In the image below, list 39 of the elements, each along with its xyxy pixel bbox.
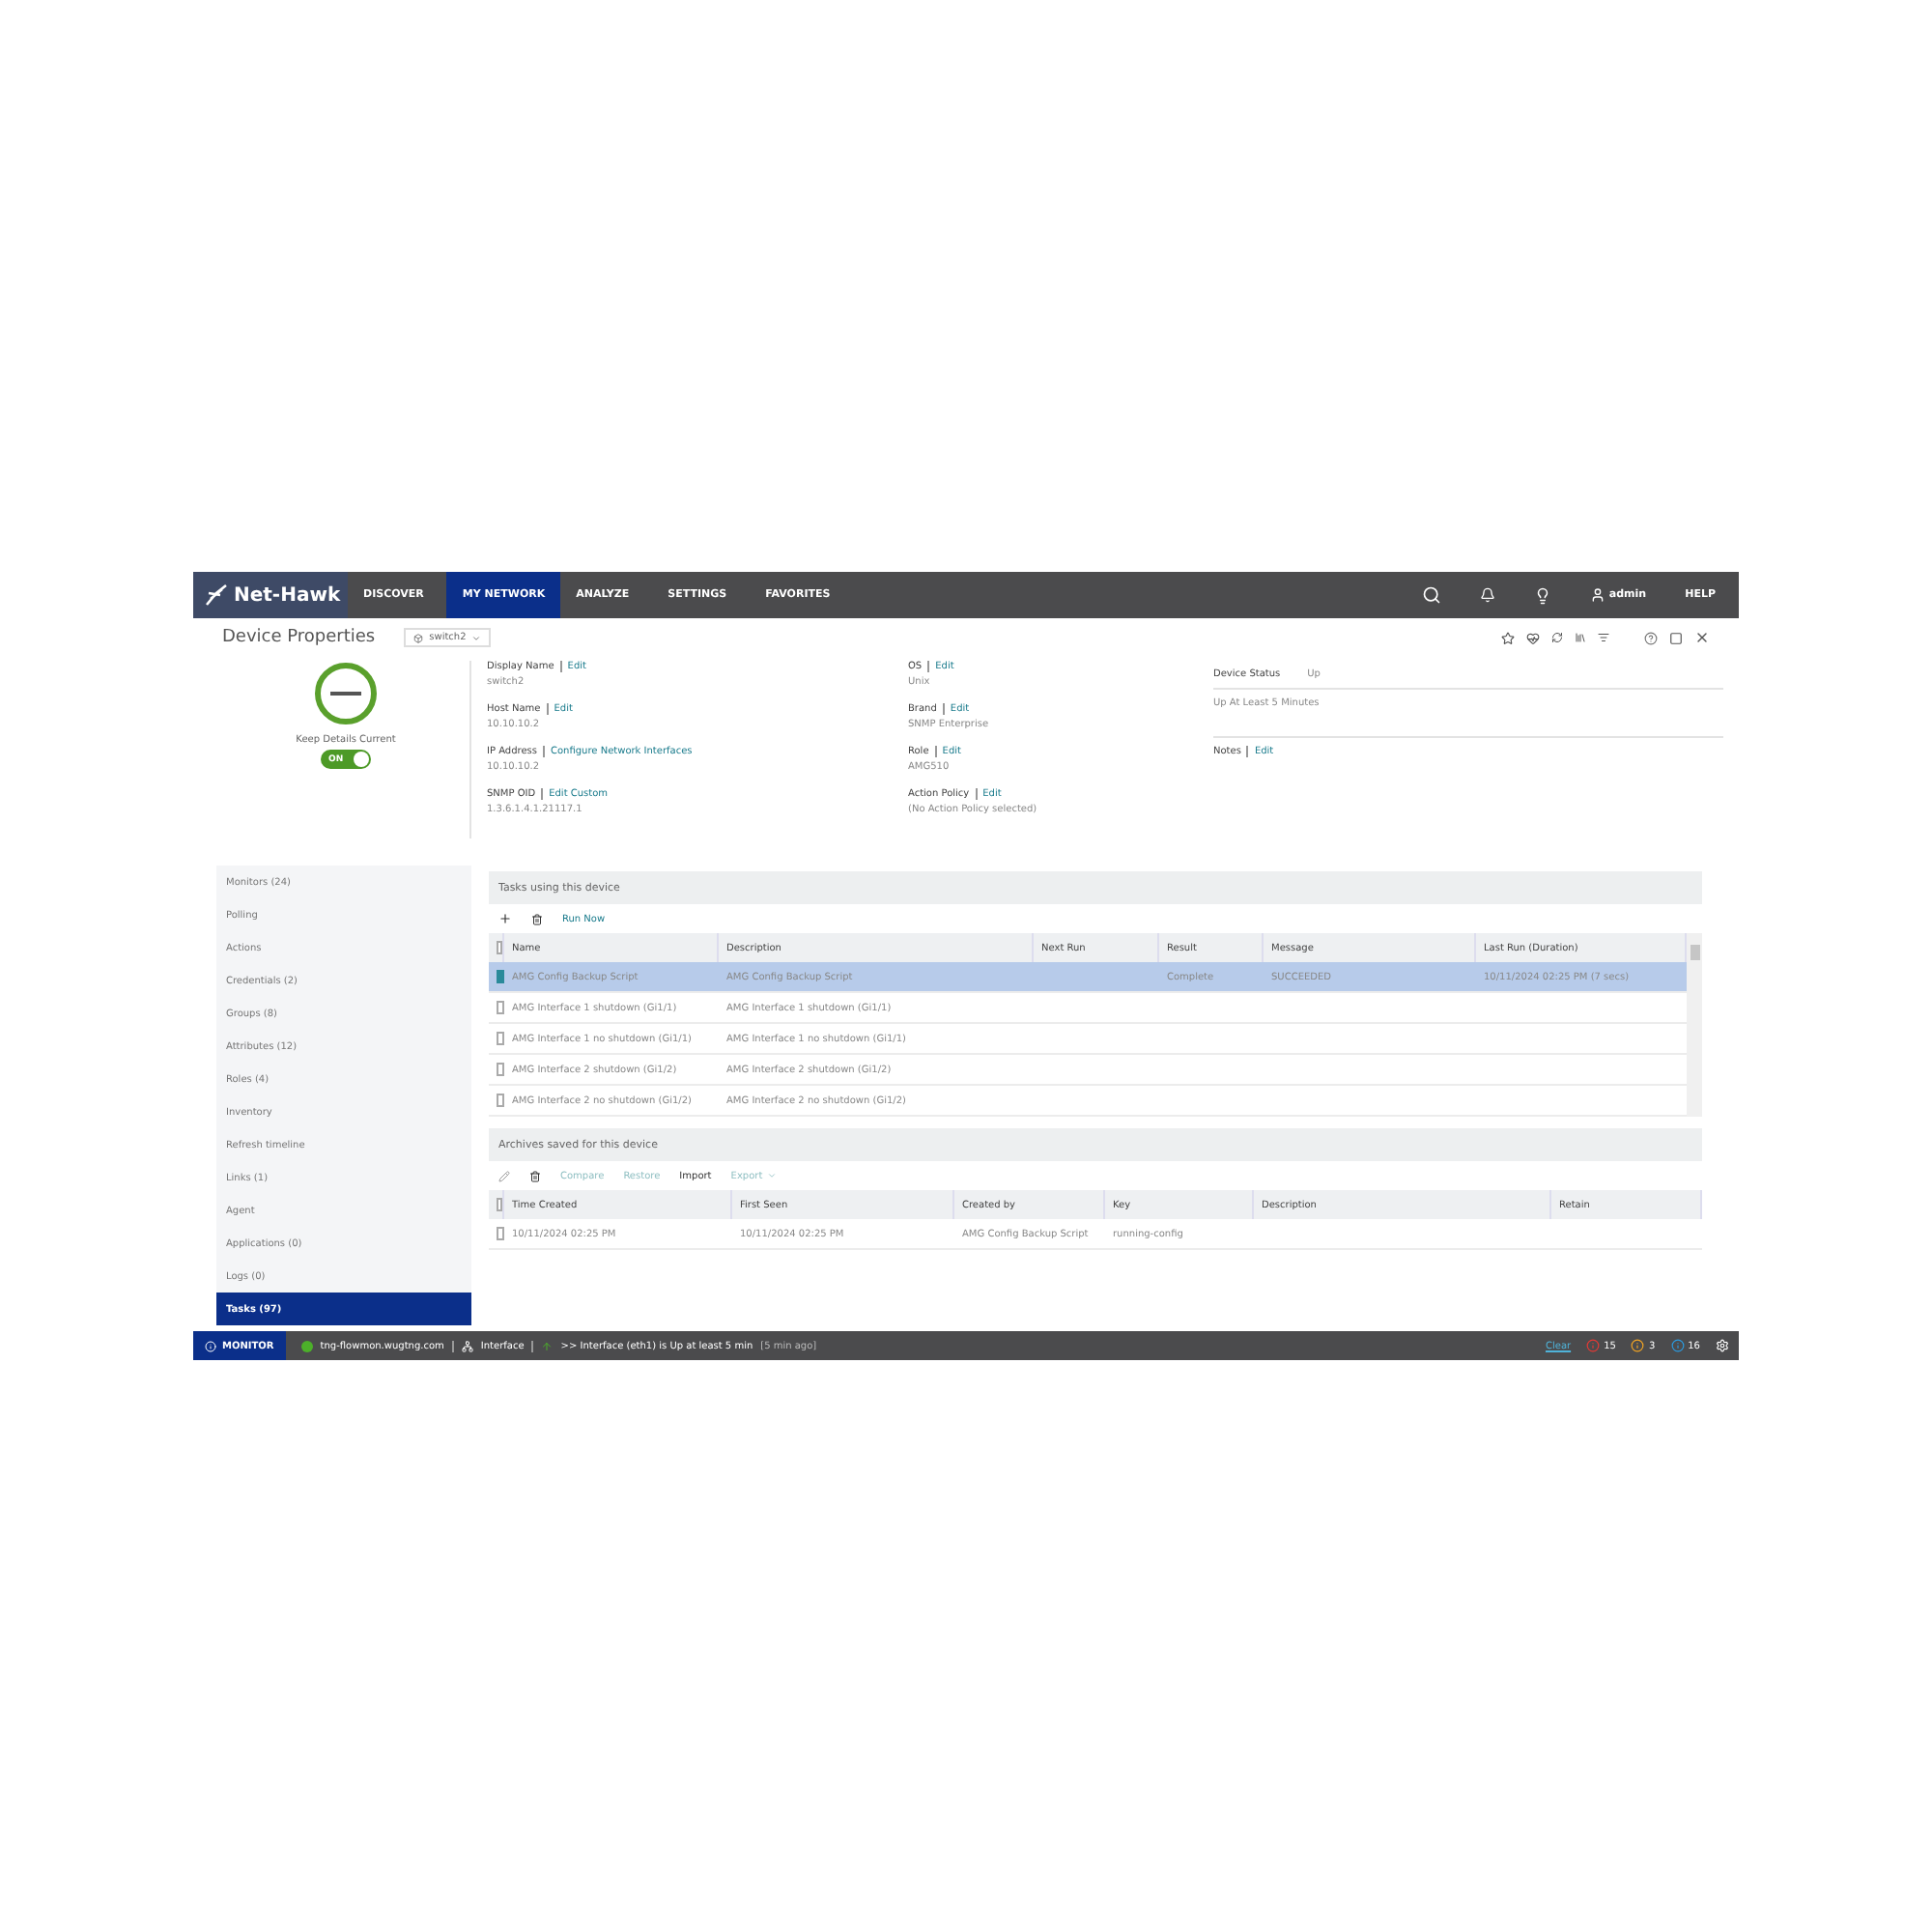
box-icon [413, 633, 424, 642]
star-icon[interactable] [1501, 631, 1515, 644]
checkbox[interactable] [497, 1001, 504, 1014]
list-icon[interactable] [1598, 632, 1609, 643]
user-icon[interactable] [1589, 587, 1605, 603]
trash-icon[interactable] [531, 913, 543, 924]
maximize-icon[interactable] [1669, 631, 1683, 644]
close-icon[interactable] [1694, 630, 1710, 645]
help-icon[interactable] [1644, 631, 1658, 644]
pencil-icon[interactable] [498, 1170, 510, 1181]
trash-icon[interactable] [529, 1170, 541, 1181]
lightbulb-icon[interactable] [1533, 586, 1551, 604]
page-title: Device Properties [222, 628, 376, 647]
info-icon [1670, 1339, 1685, 1352]
add-icon[interactable] [498, 912, 512, 925]
checkbox[interactable] [497, 1094, 504, 1107]
status-dot [300, 1340, 313, 1351]
caret-icon [471, 633, 482, 642]
heartbeat-icon[interactable] [1526, 631, 1540, 644]
bell-icon[interactable] [1479, 587, 1495, 603]
caret-icon [766, 1171, 777, 1180]
status-up-icon [313, 661, 379, 726]
network-icon [461, 1340, 473, 1351]
checkbox[interactable] [497, 970, 504, 983]
checkbox[interactable] [497, 1032, 504, 1045]
alert-icon [1586, 1339, 1601, 1352]
settings-icon[interactable] [1716, 1339, 1729, 1352]
checkbox[interactable] [497, 1198, 502, 1211]
warning-icon [1631, 1339, 1645, 1352]
checkbox[interactable] [497, 1227, 504, 1240]
info-icon [205, 1340, 216, 1351]
scrollbar[interactable] [1687, 933, 1702, 1117]
checkbox[interactable] [497, 1063, 504, 1076]
arrow-up-icon [541, 1340, 554, 1351]
refresh-icon[interactable] [1551, 632, 1563, 643]
checkbox[interactable] [497, 941, 502, 954]
logo-text: Net-Hawk [234, 584, 341, 606]
search-icon[interactable] [1421, 585, 1441, 605]
library-icon[interactable] [1575, 632, 1586, 643]
